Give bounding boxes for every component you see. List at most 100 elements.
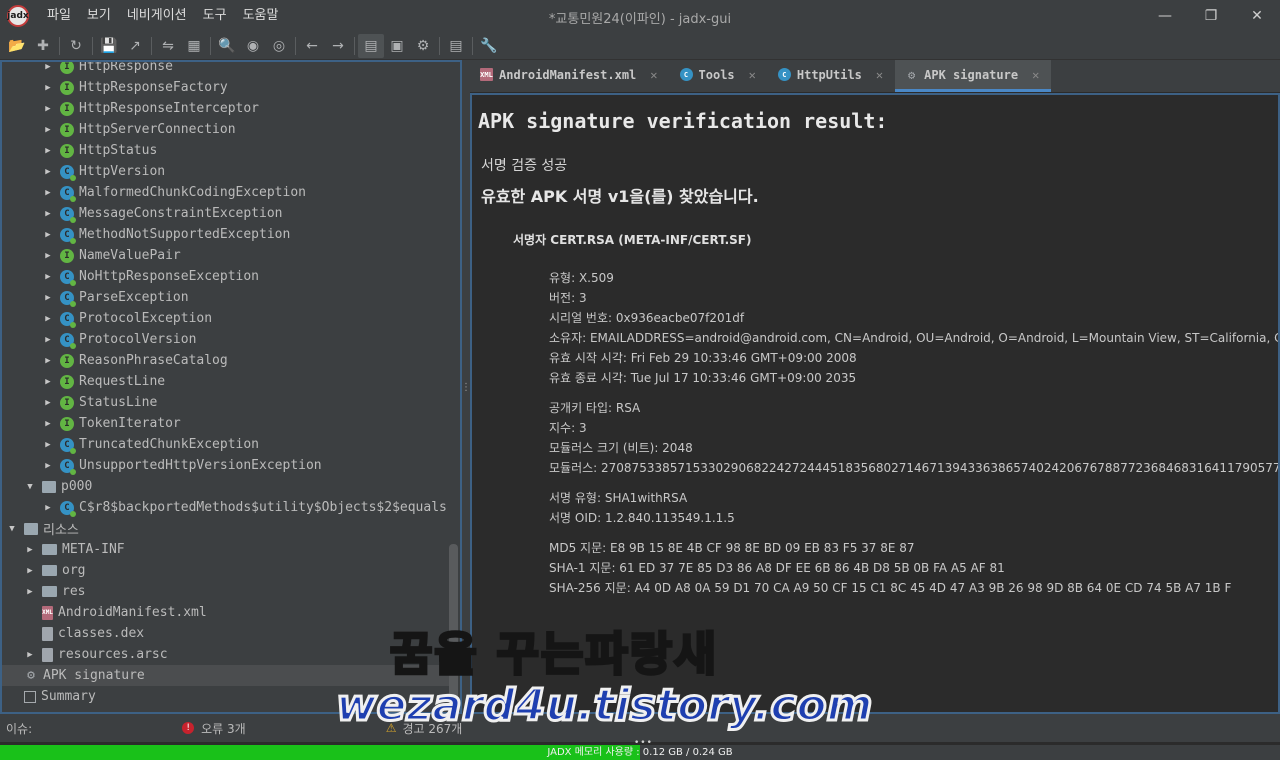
tab-label: Tools — [698, 67, 735, 82]
search-icon[interactable]: 🔍 — [214, 34, 240, 58]
tree-item[interactable]: ▶ I HttpServerConnection — [2, 119, 452, 140]
expand-arrow-icon[interactable]: ▶ — [24, 566, 36, 576]
tab-tools[interactable]: C Tools ✕ — [670, 60, 768, 92]
menu-help[interactable]: 도움말 — [235, 0, 287, 32]
tree-item[interactable]: ▶ I ReasonPhraseCatalog — [2, 350, 452, 371]
expand-arrow-icon[interactable]: ▶ — [42, 314, 54, 324]
tree-item[interactable]: ▶ C NoHttpResponseException — [2, 266, 452, 287]
expand-arrow-icon[interactable]: ▶ — [24, 545, 36, 555]
menu-file[interactable]: 파일 — [39, 0, 79, 32]
reload-icon[interactable]: ↻ — [63, 34, 89, 58]
forward-arrow-icon[interactable]: → — [325, 34, 351, 58]
tree-item[interactable]: ▶ C TruncatedChunkException — [2, 434, 452, 455]
tab-apk-signature[interactable]: ⚙ APK signature ✕ — [895, 60, 1052, 92]
expand-arrow-icon[interactable]: ▶ — [42, 125, 54, 135]
expand-arrow-icon[interactable]: ▶ — [42, 251, 54, 261]
open-file-icon[interactable]: 📂 — [4, 34, 30, 58]
expand-arrow-icon[interactable]: ▶ — [42, 272, 54, 282]
tab-httputils[interactable]: C HttpUtils ✕ — [768, 60, 895, 92]
tree-scrollbar-thumb[interactable] — [449, 544, 458, 712]
expand-arrow-icon[interactable]: ▶ — [42, 83, 54, 93]
tree-item[interactable]: ▶ C MessageConstraintException — [2, 203, 452, 224]
log-viewer-icon[interactable]: ▤ — [443, 34, 469, 58]
tree-item[interactable]: ▶ C HttpVersion — [2, 161, 452, 182]
find-class-icon[interactable]: ◉ — [240, 34, 266, 58]
tree-item[interactable]: ▶ res — [2, 581, 452, 602]
expand-arrow-icon[interactable]: ▶ — [24, 650, 36, 660]
expand-arrow-icon[interactable]: ▶ — [42, 293, 54, 303]
tree-item[interactable]: ▶ I HttpResponseInterceptor — [2, 98, 452, 119]
expand-arrow-icon[interactable]: ▶ — [24, 587, 36, 597]
tree-item[interactable]: ▶ C ProtocolException — [2, 308, 452, 329]
debugger-icon[interactable]: ⚙ — [410, 34, 436, 58]
expand-arrow-icon[interactable]: ▶ — [42, 62, 54, 72]
close-tab-icon[interactable]: ✕ — [650, 68, 657, 82]
tree-item[interactable]: ▶ C C$r8$backportedMethods$utility$Objects… — [2, 497, 452, 518]
menu-view[interactable]: 보기 — [79, 0, 119, 32]
collapse-arrow-icon[interactable]: ▼ — [6, 524, 18, 534]
tree-item[interactable]: ▶ C MalformedChunkCodingException — [2, 182, 452, 203]
tree-item[interactable]: ▶ I RequestLine — [2, 371, 452, 392]
tree-item[interactable]: ▶ I HttpResponseFactory — [2, 77, 452, 98]
expand-arrow-icon[interactable]: ▶ — [42, 209, 54, 219]
tree-item[interactable]: ▶ resources.arsc — [2, 644, 452, 665]
tree-scrollbar[interactable] — [449, 62, 458, 712]
tree-item[interactable]: ▶ C ProtocolVersion — [2, 329, 452, 350]
expand-arrow-icon[interactable]: ▶ — [42, 335, 54, 345]
expand-arrow-icon[interactable]: ▶ — [42, 461, 54, 471]
collapse-arrow-icon[interactable]: ▼ — [24, 482, 36, 492]
save-all-icon[interactable]: 💾 — [96, 34, 122, 58]
panel-splitter[interactable]: ⋮ — [461, 60, 471, 714]
tab-androidmanifest-xml[interactable]: XML AndroidManifest.xml ✕ — [470, 60, 670, 92]
preferences-wrench-icon[interactable]: 🔧 — [476, 34, 502, 58]
add-files-icon[interactable]: ✚ — [30, 34, 56, 58]
tree-item-label: TruncatedChunkException — [79, 437, 260, 452]
close-tab-icon[interactable]: ✕ — [749, 68, 756, 82]
expand-arrow-icon[interactable]: ▶ — [42, 188, 54, 198]
sync-tree-icon[interactable]: ⇋ — [155, 34, 181, 58]
tree-item[interactable]: ▶ C UnsupportedHttpVersionException — [2, 455, 452, 476]
expand-arrow-icon[interactable]: ▶ — [42, 398, 54, 408]
errors-count: 오류 3개 — [201, 721, 246, 736]
expand-arrow-icon[interactable]: ▶ — [42, 104, 54, 114]
expand-arrow-icon[interactable]: ▶ — [42, 503, 54, 513]
bookmark-icon[interactable]: ▣ — [384, 34, 410, 58]
errors-indicator[interactable]: ! 오류 3개 — [182, 720, 246, 737]
tree-item[interactable]: ▼ 리소스 — [2, 518, 452, 539]
tree-item[interactable]: ▶ I HttpStatus — [2, 140, 452, 161]
tree-item[interactable]: ▼ p000 — [2, 476, 452, 497]
tree-item[interactable]: ▶ org — [2, 560, 452, 581]
tree-item[interactable]: ▶ I NameValuePair — [2, 245, 452, 266]
tree-item[interactable]: Summary — [2, 686, 452, 707]
minimize-icon[interactable]: — — [1142, 0, 1188, 32]
tree-item[interactable]: ▶ I TokenIterator — [2, 413, 452, 434]
expand-arrow-icon[interactable]: ▶ — [42, 356, 54, 366]
close-window-icon[interactable]: ✕ — [1234, 0, 1280, 32]
tree-item[interactable]: classes.dex — [2, 623, 452, 644]
expand-arrow-icon[interactable]: ▶ — [42, 167, 54, 177]
tree-item[interactable]: ▶ META-INF — [2, 539, 452, 560]
restore-icon[interactable]: ❐ — [1188, 0, 1234, 32]
tree-item[interactable]: ▶ I StatusLine — [2, 392, 452, 413]
expand-arrow-icon[interactable]: ▶ — [42, 419, 54, 429]
interface-icon: I — [60, 353, 74, 368]
tree-item[interactable]: ▶ C ParseException — [2, 287, 452, 308]
expand-arrow-icon[interactable]: ▶ — [42, 230, 54, 240]
tree-item[interactable]: ▶ I HttpResponse — [2, 62, 452, 77]
find-usage-icon[interactable]: ◎ — [266, 34, 292, 58]
close-tab-icon[interactable]: ✕ — [876, 68, 883, 82]
flatten-packages-icon[interactable]: ▦ — [181, 34, 207, 58]
expand-arrow-icon[interactable]: ▶ — [42, 146, 54, 156]
deobfuscation-icon[interactable]: ▤ — [358, 33, 384, 58]
close-tab-icon[interactable]: ✕ — [1032, 68, 1039, 82]
back-arrow-icon[interactable]: ← — [299, 34, 325, 58]
expand-arrow-icon[interactable]: ▶ — [42, 377, 54, 387]
tree-item[interactable]: ▶ C MethodNotSupportedException — [2, 224, 452, 245]
menu-tools[interactable]: 도구 — [195, 0, 235, 32]
warnings-indicator[interactable]: ⚠ 경고 267개 — [386, 720, 463, 737]
menu-navigation[interactable]: 네비게이션 — [119, 0, 195, 32]
export-icon[interactable]: ↗ — [122, 34, 148, 58]
expand-arrow-icon[interactable]: ▶ — [42, 440, 54, 450]
tree-item[interactable]: ⚙ APK signature — [2, 665, 452, 686]
tree-item[interactable]: XML AndroidManifest.xml — [2, 602, 452, 623]
